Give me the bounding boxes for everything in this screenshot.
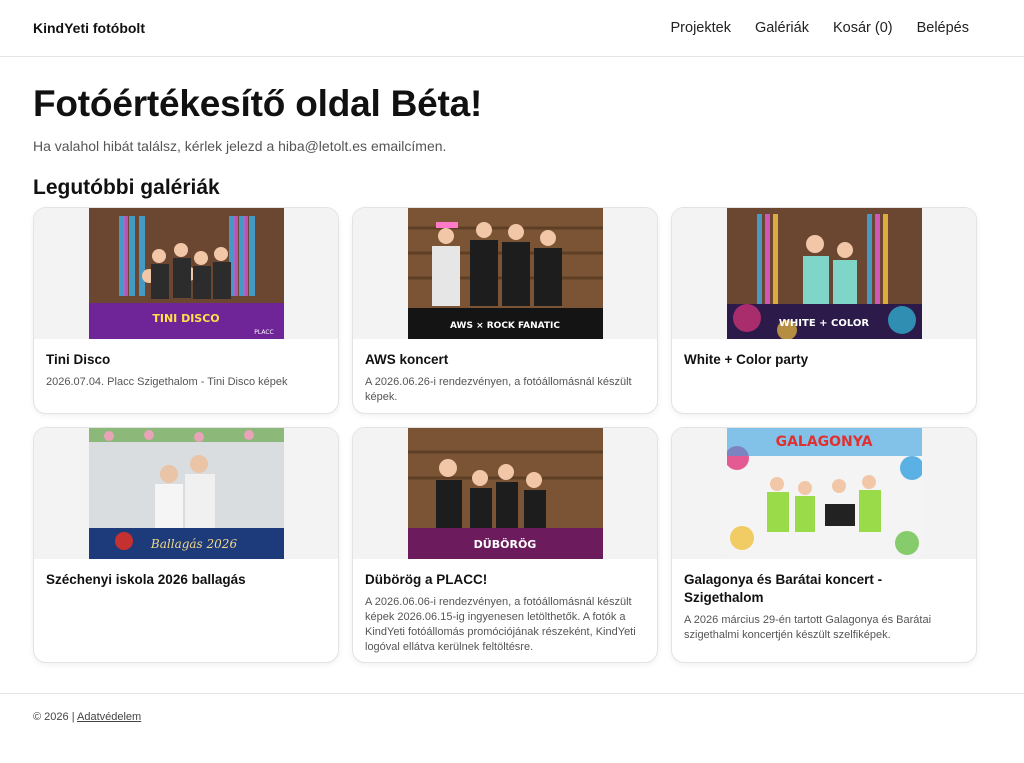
footer-copyright: © 2026 | [33,711,75,723]
navbar: KindYeti fotóbolt Projektek Galériák Kos… [0,0,1024,57]
thumbnail-banner: WHITE + COLOR [778,318,868,329]
gallery-card-white-color-party[interactable]: WHITE + COLOR White + Color party [671,207,977,414]
card-description: A 2026 március 29-én tartott Galagonya é… [684,614,932,641]
gallery-card-tini-disco[interactable]: TINI DISCO PLACC Tini Disco 2026.07.04. … [33,207,339,414]
gallery-thumbnail: TINI DISCO PLACC [88,208,284,339]
nav-link-projektek[interactable]: Projektek [671,20,731,36]
privacy-link[interactable]: Adatvédelem [77,711,141,723]
card-title: Széchenyi iskola 2026 ballagás [46,572,246,587]
gallery-card-duborog-placc[interactable]: DÜBÖRÖG Dübörög a PLACC! A 2026.06.06-i … [352,427,658,663]
gallery-thumbnail: GALAGONYA [726,428,922,559]
thumbnail-banner: TINI DISCO [152,312,219,325]
card-description: A 2026.06.26-i rendezvényen, a fotóállom… [365,376,632,403]
card-title: AWS koncert [365,352,449,367]
svg-text:PLACC: PLACC [254,329,273,336]
nav-link-galeriak[interactable]: Galériák [755,20,809,36]
thumbnail-banner: AWS × ROCK FANATIC [449,321,559,331]
section-title: Legutóbbi galériák [33,176,220,199]
thumbnail-banner: Ballagás 2026 [149,537,237,551]
footer: © 2026 | Adatvédelem [0,693,1024,740]
gallery-thumbnail: AWS × ROCK FANATIC [407,208,603,339]
card-title: White + Color party [684,352,809,367]
card-title: Tini Disco [46,352,111,367]
nav-links: Projektek Galériák Kosár (0) Belépés [671,20,970,36]
gallery-thumbnail: WHITE + COLOR [726,208,922,339]
card-title: Dübörög a PLACC! [365,572,488,587]
page-subtitle: Ha valahol hibát találsz, kérlek jelezd … [33,138,447,154]
gallery-card-galagonya-koncert[interactable]: GALAGONYA Galagonya és Barátai koncert -… [671,427,977,663]
gallery-thumbnail: DÜBÖRÖG [407,428,603,559]
brand-logo[interactable]: KindYeti fotóbolt [33,20,145,36]
nav-link-cart[interactable]: Kosár (0) [833,20,893,36]
main-content: Fotóértékesítő oldal Béta! Ha valahol hi… [0,82,1024,663]
card-description: A 2026.06.06-i rendezvényen, a fotóállom… [365,596,636,653]
gallery-card-szechenyi-ballagas[interactable]: Ballagás 2026 Széchenyi iskola 2026 ball… [33,427,339,663]
thumbnail-banner: DÜBÖRÖG [473,537,536,551]
gallery-thumbnail: Ballagás 2026 [88,428,284,559]
gallery-grid: TINI DISCO PLACC Tini Disco 2026.07.04. … [33,207,977,663]
card-description: 2026.07.04. Placc Szigethalom - Tini Dis… [46,376,288,388]
gallery-card-aws-koncert[interactable]: AWS × ROCK FANATIC AWS koncert A 2026.06… [352,207,658,414]
nav-link-login[interactable]: Belépés [917,20,969,36]
page-title: Fotóértékesítő oldal Béta! [33,83,483,124]
thumbnail-banner: GALAGONYA [775,434,872,450]
card-title: Galagonya és Barátai koncert - Szigethal… [684,572,883,605]
